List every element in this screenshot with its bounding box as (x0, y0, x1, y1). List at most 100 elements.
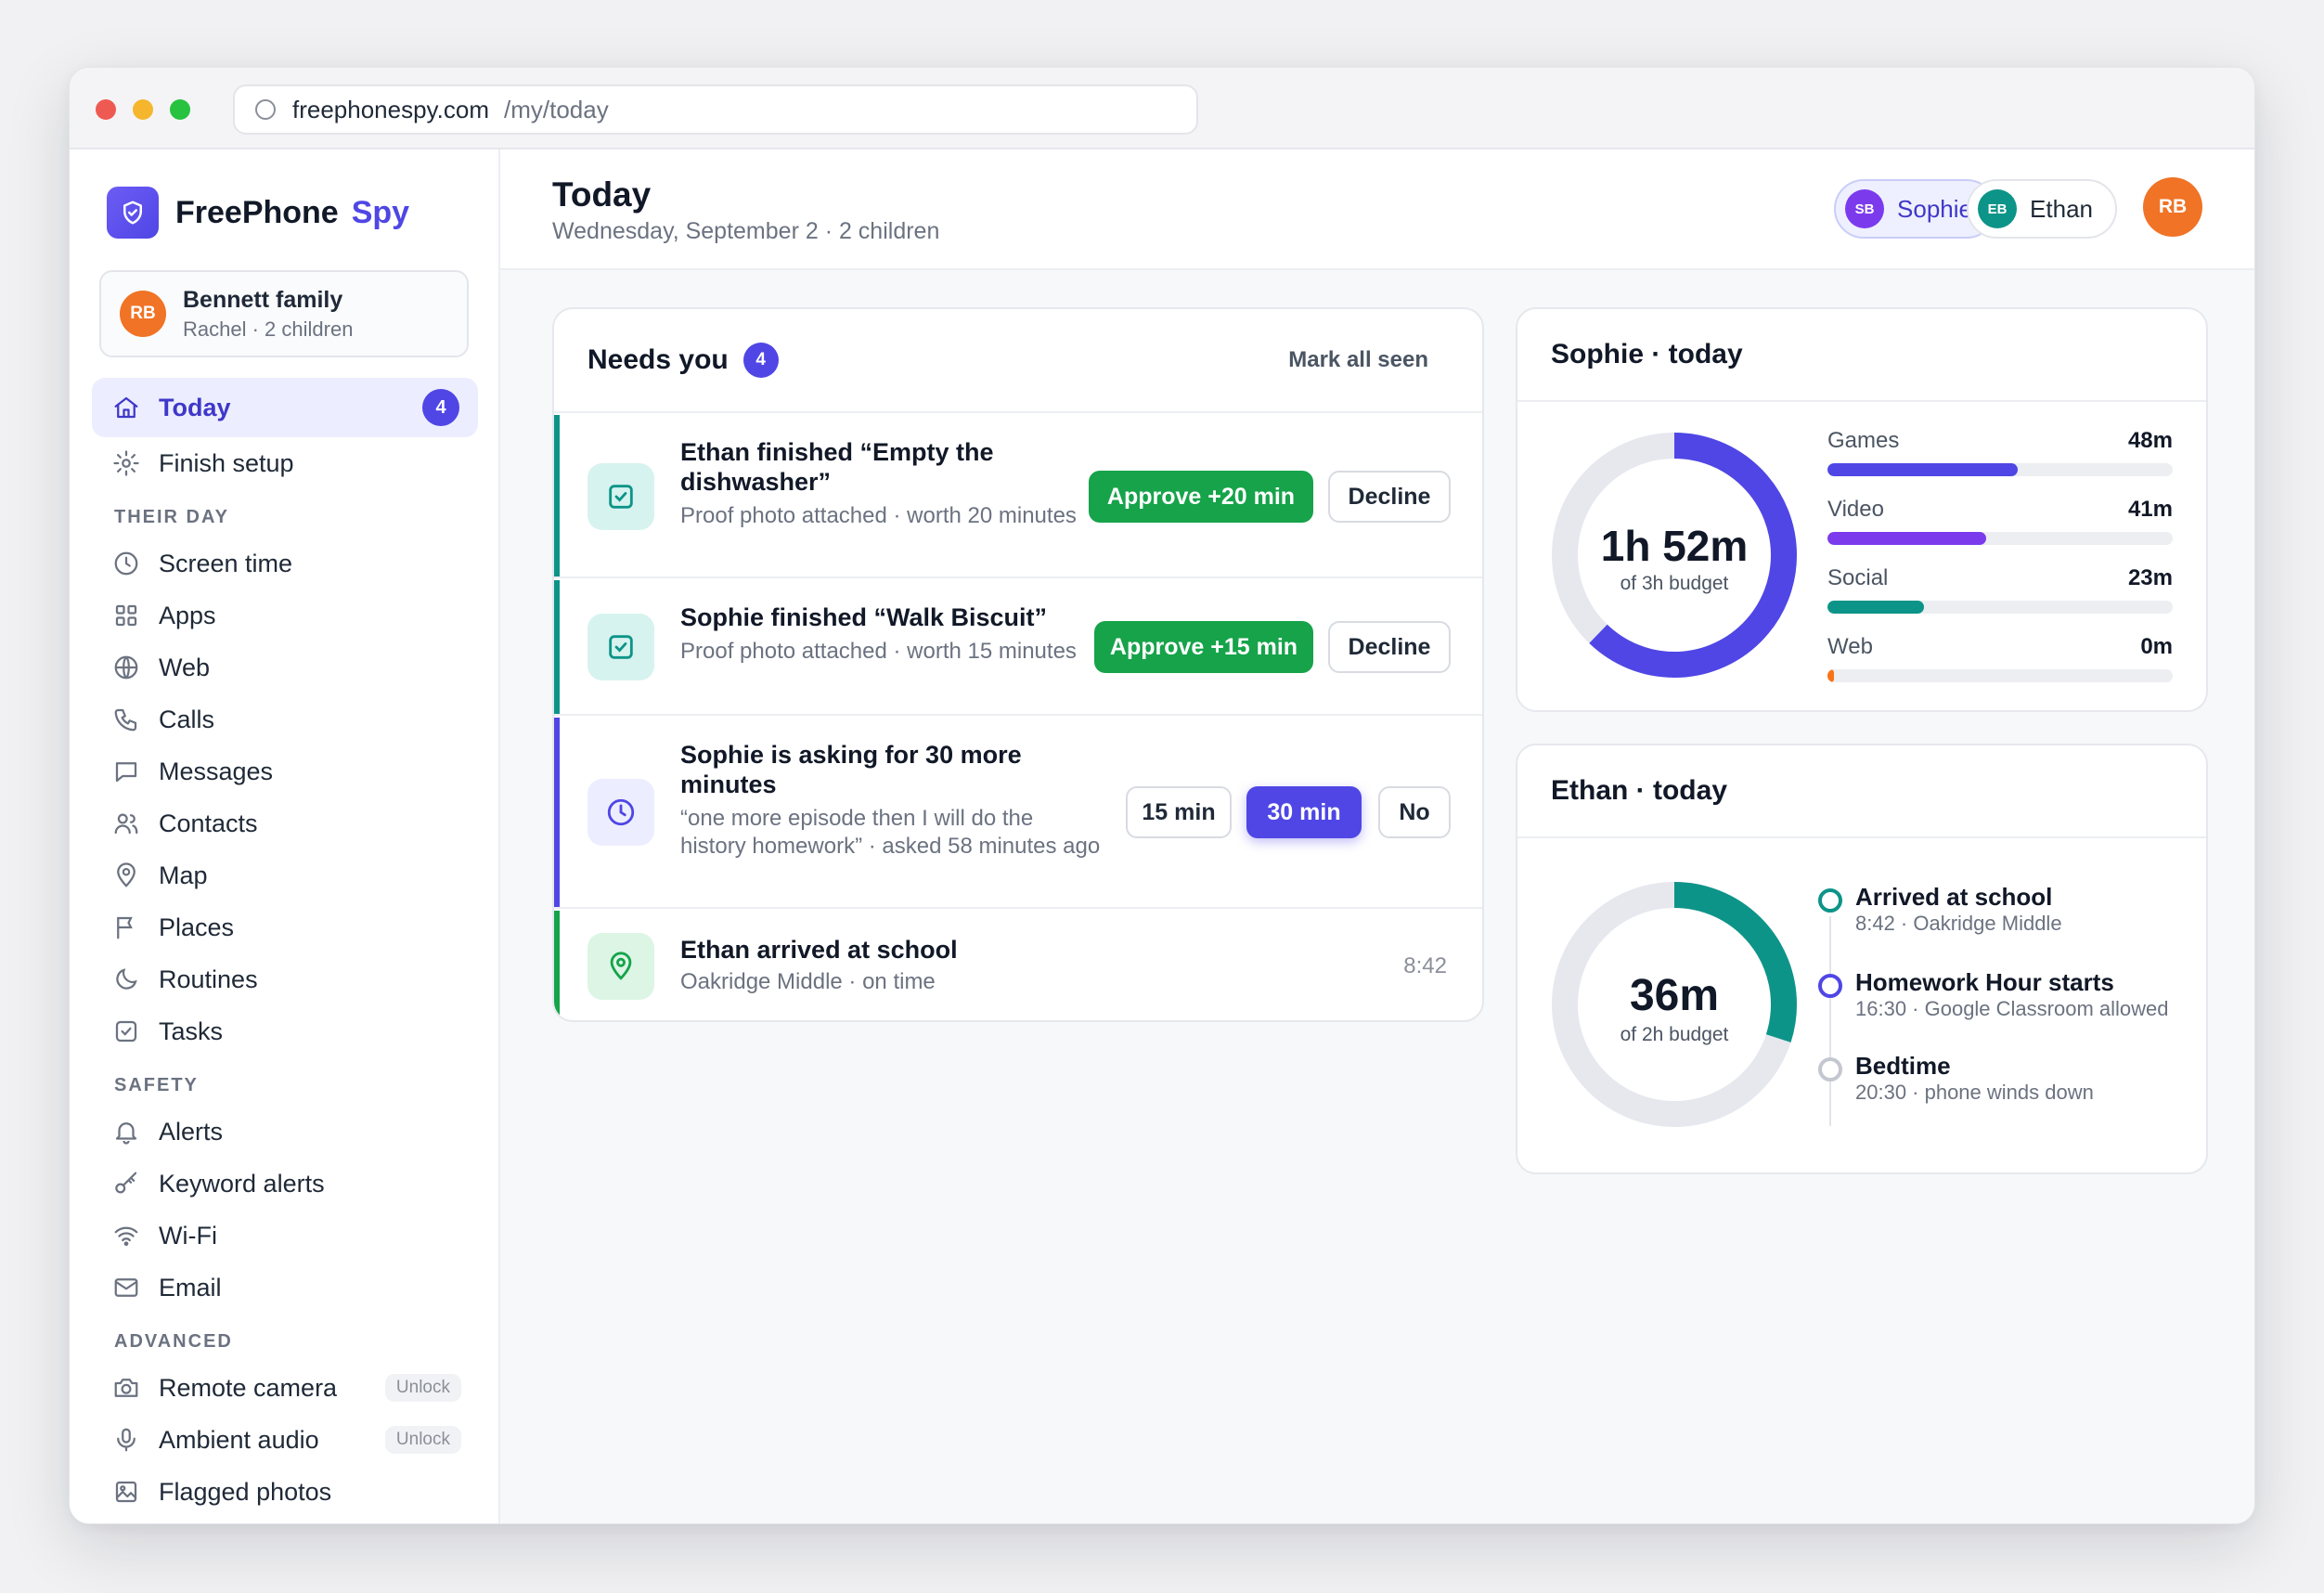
decline-button[interactable]: Decline (1328, 471, 1451, 523)
sophie-today-header: Sophie · today (1517, 309, 2206, 402)
timeline-event[interactable]: Bedtime 20:30 · phone winds down (1818, 1052, 2189, 1106)
sidebar-item-label: Wi-Fi (159, 1221, 217, 1250)
sidebar-item-messages[interactable]: Messages (92, 745, 478, 797)
sidebar-item-label: Apps (159, 601, 216, 629)
category-fill (1827, 463, 2018, 476)
needs-you-header: Needs you 4 Mark all seen (554, 309, 1482, 413)
sidebar-item-apps[interactable]: Apps (92, 589, 478, 641)
sidebar-item-email[interactable]: Email (92, 1262, 478, 1314)
page-title: Today (552, 175, 652, 214)
request-15-min-button[interactable]: 15 min (1126, 786, 1232, 838)
home-icon (114, 396, 138, 419)
close-window-button[interactable] (96, 99, 116, 120)
sidebar-item-ambient-audio[interactable]: Ambient audio Unlock (92, 1414, 478, 1466)
globe-icon (114, 655, 138, 680)
category-track (1827, 601, 2173, 614)
timeline-event[interactable]: Arrived at school 8:42 · Oakridge Middle (1818, 883, 2189, 937)
sidebar-item-screen-time[interactable]: Screen time (92, 537, 478, 589)
maximize-window-button[interactable] (170, 99, 190, 120)
sidebar-item-label: Places (159, 913, 235, 941)
unlock-badge[interactable]: Unlock (384, 1374, 461, 1402)
sidebar-item-map[interactable]: Map (92, 849, 478, 901)
ethan-today-title: Ethan · today (1551, 775, 1728, 806)
family-avatar: RB (120, 291, 166, 337)
sidebar-item-label: Tasks (159, 1017, 224, 1045)
category-value: 48m (2127, 428, 2173, 453)
site-info-icon (255, 99, 276, 120)
category-social: Social 23m (1827, 565, 2173, 614)
timeline-event[interactable]: Homework Hour starts 16:30 · Google Clas… (1818, 968, 2189, 1022)
sidebar-item-calls[interactable]: Calls (92, 693, 478, 745)
gear-icon (113, 450, 139, 476)
family-sub: Rachel · 2 children (183, 317, 354, 341)
item-accent-bar (554, 415, 560, 576)
category-value: 41m (2127, 497, 2173, 522)
child-chip-ethan[interactable]: EB Ethan (1967, 179, 2117, 239)
sidebar-nav: Today 4 Finish setup THEIR DAY Screen ti… (92, 378, 478, 1518)
sidebar-item-label: Web (159, 653, 211, 681)
brand[interactable]: FreePhone Spy (107, 187, 409, 239)
sidebar-item-label: Finish setup (159, 448, 294, 477)
family-name: Bennett family (183, 286, 343, 313)
family-switcher[interactable]: RB Bennett family Rachel · 2 children (99, 270, 469, 357)
needs-you-count: 4 (742, 343, 779, 378)
list-item: Ethan arrived at school Oakridge Middle … (554, 911, 1482, 1020)
sidebar-item-tasks[interactable]: Tasks (92, 1005, 478, 1057)
section-safety: SAFETY (114, 1075, 199, 1095)
sidebar-item-places[interactable]: Places (92, 901, 478, 953)
grid-icon (115, 604, 137, 627)
sidebar-item-label: Messages (159, 757, 274, 785)
category-label: Games (1827, 428, 1900, 453)
map-pin-icon (587, 933, 654, 1000)
category-web: Web 0m (1827, 634, 2173, 682)
mail-icon (114, 1278, 138, 1297)
ethan-today-header: Ethan · today (1517, 745, 2206, 838)
sidebar-item-flagged-photos[interactable]: Flagged photos (92, 1466, 478, 1518)
url-host: freephonespy.com (292, 95, 489, 123)
event-title: Arrived at school (1855, 883, 2053, 911)
user-avatar[interactable]: RB (2143, 177, 2202, 237)
item-accent-bar (554, 718, 560, 907)
sidebar-item-routines[interactable]: Routines (92, 953, 478, 1005)
approve-button[interactable]: Approve +15 min (1094, 621, 1313, 673)
sidebar-item-label: Alerts (159, 1117, 224, 1146)
category-value: 23m (2127, 565, 2173, 590)
request-30-min-button[interactable]: 30 min (1246, 786, 1362, 838)
task-check-icon (587, 463, 654, 530)
timeline-node (1818, 888, 1842, 913)
category-label: Video (1827, 497, 1884, 522)
event-title: Homework Hour starts (1855, 968, 2114, 996)
sidebar-item-label: Remote camera (159, 1373, 338, 1402)
address-bar[interactable]: freephonespy.com /my/today (233, 84, 1198, 135)
needs-you-title: Needs you (587, 344, 729, 375)
sidebar-item-label: Map (159, 861, 208, 889)
sidebar-item-wifi[interactable]: Wi-Fi (92, 1210, 478, 1262)
item-accent-bar (554, 580, 560, 714)
image-icon (115, 1481, 137, 1503)
item-accent-bar (554, 911, 560, 1020)
child-name: Sophie (1897, 194, 1972, 223)
sidebar-item-web[interactable]: Web (92, 641, 478, 693)
sidebar-item-label: Routines (159, 965, 258, 993)
sidebar-item-contacts[interactable]: Contacts (92, 797, 478, 849)
child-avatar: EB (1978, 189, 2018, 228)
list-item: Sophie finished “Walk Biscuit” Proof pho… (554, 580, 1482, 716)
mark-all-seen-button[interactable]: Mark all seen (1288, 347, 1428, 373)
decline-button[interactable]: Decline (1328, 621, 1451, 673)
minimize-window-button[interactable] (133, 99, 153, 120)
request-no-button[interactable]: No (1378, 786, 1451, 838)
page-subtitle: Wednesday, September 2 · 2 children (552, 218, 940, 244)
wifi-icon (114, 1226, 138, 1247)
category-track (1827, 463, 2173, 476)
sidebar-item-finish-setup[interactable]: Finish setup (92, 437, 478, 489)
ethan-total-time: 36m (1629, 971, 1720, 1020)
sidebar-item-remote-camera[interactable]: Remote camera Unlock (92, 1362, 478, 1414)
unlock-badge[interactable]: Unlock (384, 1426, 461, 1454)
sidebar-item-today[interactable]: Today 4 (92, 378, 478, 437)
event-subtitle: 8:42 · Oakridge Middle (1855, 912, 2062, 935)
sidebar-item-keyword-alerts[interactable]: Keyword alerts (92, 1158, 478, 1210)
approve-button[interactable]: Approve +20 min (1089, 471, 1313, 523)
sidebar-item-alerts[interactable]: Alerts (92, 1106, 478, 1158)
category-track (1827, 669, 2173, 682)
microphone-icon (117, 1428, 136, 1452)
